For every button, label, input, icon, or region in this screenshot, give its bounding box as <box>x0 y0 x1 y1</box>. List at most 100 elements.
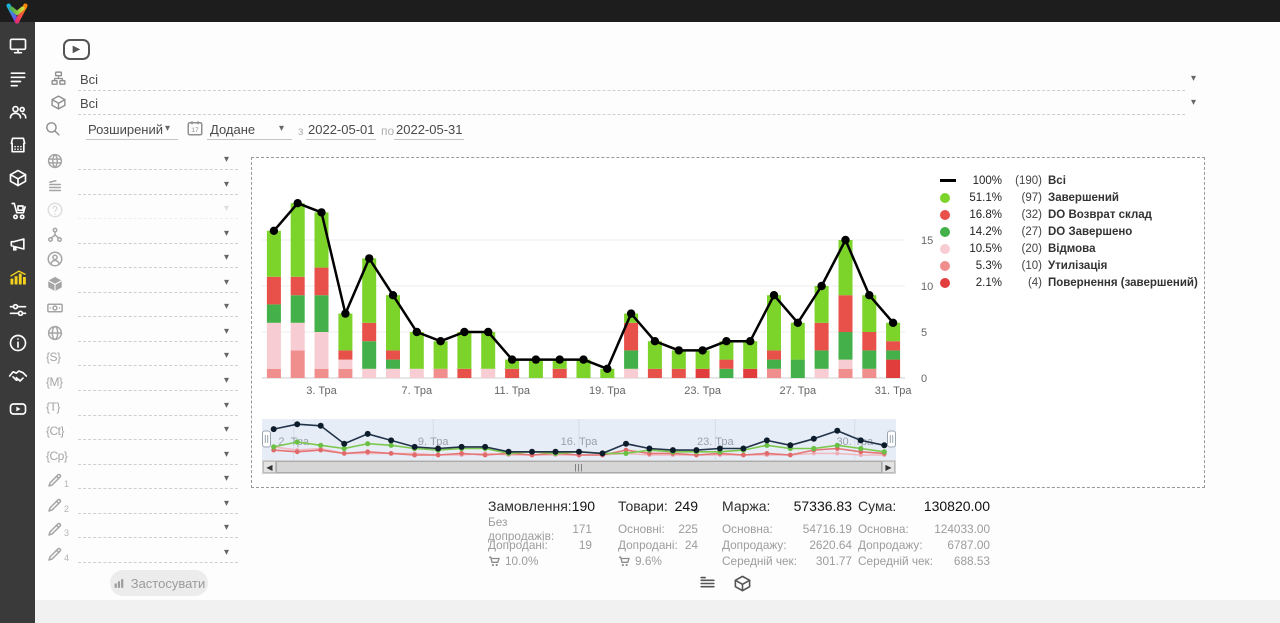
filter-select-caret-icon[interactable]: ▾ <box>224 523 229 533</box>
filter-select-caret-icon[interactable]: ▾ <box>224 155 229 165</box>
orders-list-icon <box>8 69 28 89</box>
filter-select-underline[interactable] <box>78 537 238 538</box>
product-filter-underline[interactable] <box>78 114 1185 115</box>
list-view-icon[interactable] <box>698 574 717 593</box>
sidebar-item-shipping[interactable] <box>8 201 28 221</box>
filter-select-caret-icon[interactable]: ▾ <box>224 548 229 558</box>
filter-select-caret-icon[interactable]: ▾ <box>224 327 229 337</box>
sidebar-item-video[interactable] <box>8 399 28 419</box>
product-filter-value[interactable]: Всі <box>80 96 98 111</box>
filter-select-caret-icon[interactable]: ▾ <box>224 229 229 239</box>
filter-select-underline[interactable] <box>78 439 238 440</box>
navigator-handle[interactable] <box>263 431 271 447</box>
legend-item[interactable]: 5.3%(10)Утилізація <box>940 257 1208 274</box>
filter-select-caret-icon[interactable]: ▾ <box>224 499 229 509</box>
legend-item[interactable]: 100%(190)Всі <box>940 172 1208 189</box>
stat-sub-value: 171 <box>572 522 592 536</box>
product-filter-caret-icon[interactable]: ▾ <box>1191 98 1196 108</box>
filter-select-underline[interactable] <box>78 390 238 391</box>
scrollbar-thumb[interactable]: ||| <box>276 461 882 473</box>
sidebar-item-products[interactable] <box>8 168 28 188</box>
legend-item[interactable]: 51.1%(97)Завершений <box>940 189 1208 206</box>
box-view-icon[interactable] <box>733 574 752 593</box>
sidebar-item-partners[interactable] <box>8 366 28 386</box>
filter-row-brace-t: {T}▾ <box>44 398 240 420</box>
scrollbar-left-arrow-icon[interactable]: ◀ <box>263 461 276 473</box>
chart-navigator[interactable]: 2. Тра9. Тра16. Тра23. Тра30. Тра <box>262 419 896 460</box>
sidebar-item-statistics[interactable] <box>8 267 28 287</box>
filter-select-underline[interactable] <box>78 513 238 514</box>
navigator-scrollbar[interactable]: ◀ ||| ▶ <box>262 460 896 474</box>
group-filter-caret-icon[interactable]: ▾ <box>1191 74 1196 84</box>
sidebar-item-monitor[interactable] <box>8 36 28 56</box>
filter-select-underline[interactable] <box>78 415 238 416</box>
filter-select-underline[interactable] <box>78 365 238 366</box>
legend-item[interactable]: 16.8%(32)DO Возврат склад <box>940 206 1208 223</box>
legend-count: (4) <box>1002 277 1042 289</box>
stat-sub-value: 688.53 <box>954 554 990 568</box>
sidebar-item-settings-sliders[interactable] <box>8 300 28 320</box>
stat-column: Маржа:57336.83Основна:54716.19Допродажу:… <box>722 498 852 569</box>
apply-button[interactable]: Застосувати <box>110 570 208 596</box>
date-to-underline <box>394 139 464 140</box>
filter-select-caret-icon[interactable]: ▾ <box>224 474 229 484</box>
legend-percent: 16.8% <box>960 209 1002 221</box>
filter-select-caret-icon[interactable]: ▾ <box>224 425 229 435</box>
filter-select-underline[interactable] <box>78 316 238 317</box>
sidebar-item-clients[interactable] <box>8 102 28 122</box>
stat-sub-row: Основна:54716.19 <box>722 521 852 537</box>
filter-select-underline[interactable] <box>78 464 238 465</box>
legend-swatch-icon <box>940 244 960 254</box>
tutorial-play-button[interactable]: ▶ <box>63 39 90 60</box>
group-filter-value[interactable]: Всі <box>80 72 98 87</box>
stat-title-label: Маржа: <box>722 498 770 514</box>
stat-column: Замовлення:190Без допродажів:171Допродан… <box>488 498 592 569</box>
filter-select-underline[interactable] <box>78 243 238 244</box>
stat-sub-value: 124033.00 <box>934 522 990 536</box>
stat-sub-label: Допродані: <box>488 538 548 552</box>
filter-select-underline[interactable] <box>78 292 238 293</box>
filter-select-underline[interactable] <box>78 488 238 489</box>
sidebar-item-info[interactable] <box>8 333 28 353</box>
filter-select-caret-icon[interactable]: ▾ <box>224 401 229 411</box>
search-mode-caret-icon[interactable]: ▾ <box>165 124 170 134</box>
filter-select-caret-icon[interactable]: ▾ <box>224 351 229 361</box>
sidebar-item-marketing[interactable] <box>8 234 28 254</box>
filter-select-caret-icon[interactable]: ▾ <box>224 253 229 263</box>
stat-title-label: Замовлення: <box>488 498 572 514</box>
stat-sub-row: 9.6% <box>618 553 698 569</box>
legend-swatch-icon <box>940 261 960 271</box>
filter-select-underline[interactable] <box>78 194 238 195</box>
date-from-input[interactable]: 2022-05-01 <box>308 122 375 137</box>
filter-select-underline[interactable] <box>78 169 238 170</box>
scrollbar-right-arrow-icon[interactable]: ▶ <box>882 461 895 473</box>
filter-select-caret-icon[interactable]: ▾ <box>224 302 229 312</box>
filter-row-globe-solid: ▾ <box>44 152 240 174</box>
filter-select-underline[interactable] <box>78 267 238 268</box>
date-field-caret-icon[interactable]: ▾ <box>279 124 284 134</box>
legend-item[interactable]: 10.5%(20)Відмова <box>940 240 1208 257</box>
search-mode-select[interactable]: Розширений <box>88 122 163 137</box>
stat-column: Сума:130820.00Основна:124033.00Допродажу… <box>858 498 990 569</box>
sidebar-item-orders-list[interactable] <box>8 69 28 89</box>
filter-row-sitemap: ▾ <box>44 226 240 248</box>
date-to-input[interactable]: 2022-05-31 <box>396 122 463 137</box>
navigator-handle[interactable] <box>888 431 896 447</box>
date-field-select[interactable]: Додане <box>210 122 255 137</box>
filter-select-underline[interactable] <box>78 562 238 563</box>
filter-select-caret-icon[interactable]: ▾ <box>224 450 229 460</box>
filter-select-caret-icon[interactable]: ▾ <box>224 278 229 288</box>
filter-select-underline[interactable] <box>78 341 238 342</box>
filter-select-caret-icon[interactable]: ▾ <box>224 180 229 190</box>
marketing-icon <box>8 234 28 254</box>
stat-sub-value: 54716.19 <box>803 522 852 536</box>
pencil-number: 2 <box>64 504 69 514</box>
stat-sub-row: Допродажу:6787.00 <box>858 537 990 553</box>
legend-item[interactable]: 14.2%(27)DO Завершено <box>940 223 1208 240</box>
sidebar-item-store[interactable] <box>8 135 28 155</box>
legend-item[interactable]: 2.1%(4)Повернення (завершений) <box>940 274 1208 291</box>
group-filter-underline[interactable] <box>78 90 1185 91</box>
app-logo-icon[interactable] <box>3 1 31 32</box>
filter-select-caret-icon[interactable]: ▾ <box>224 376 229 386</box>
orders-chart[interactable]: 0510153. Тра7. Тра11. Тра19. Тра23. Тра2… <box>258 163 958 408</box>
